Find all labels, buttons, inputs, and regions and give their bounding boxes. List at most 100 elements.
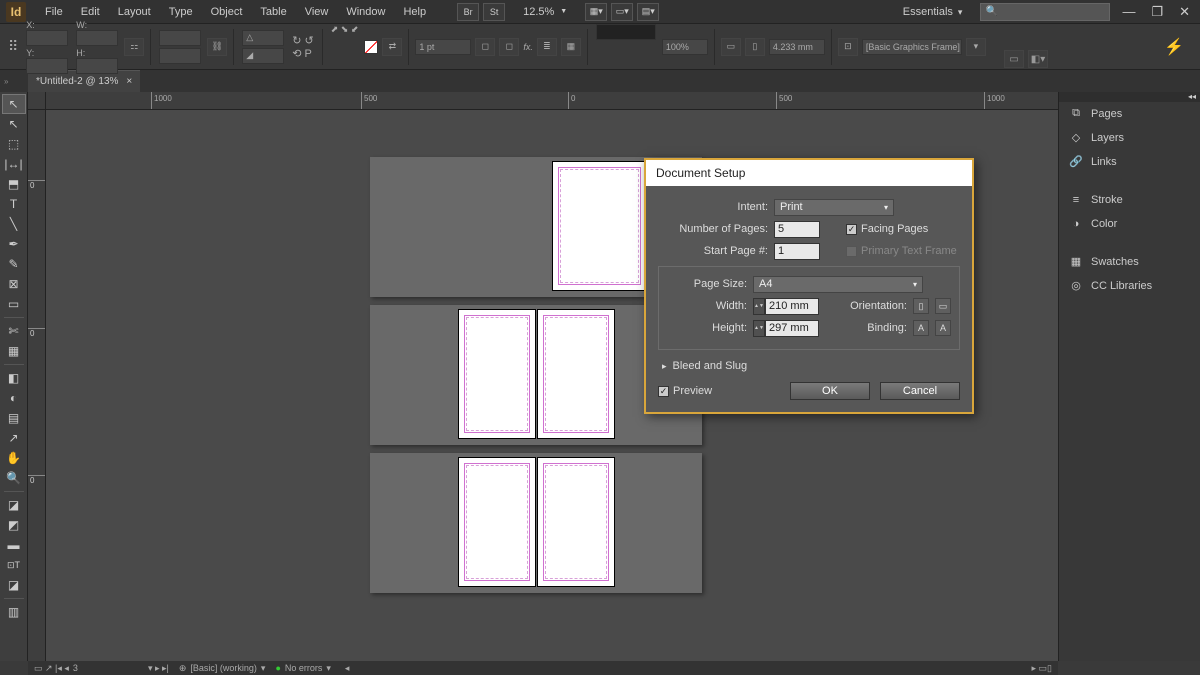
constrain-icon[interactable]: ⚏ [124, 38, 144, 56]
screen-mode[interactable]: ◪ [2, 575, 26, 595]
menu-object[interactable]: Object [202, 0, 252, 24]
wrap-icon2[interactable]: ▦ [561, 38, 581, 56]
gap-input[interactable]: 4.233 mm [769, 39, 825, 55]
swap-icon[interactable]: ⇄ [382, 38, 402, 56]
tool-rect-frame[interactable]: ⊠ [2, 274, 26, 294]
extra-opt1[interactable]: ▭ [1004, 50, 1024, 68]
workspace-switcher[interactable]: Essentials [895, 6, 971, 18]
tool-pen[interactable]: ✒ [2, 234, 26, 254]
panel-links[interactable]: 🔗Links [1059, 150, 1200, 174]
rotate-input[interactable]: △ [242, 30, 284, 46]
view-opt-1[interactable]: ▦▾ [585, 3, 607, 21]
y-input[interactable] [26, 58, 68, 74]
tool-transform[interactable]: ▦ [2, 341, 26, 361]
panel-cc[interactable]: ◎CC Libraries [1059, 274, 1200, 298]
tool-pencil[interactable]: ✎ [2, 254, 26, 274]
ok-button[interactable]: OK [790, 382, 870, 400]
tool-note[interactable]: ▤ [2, 408, 26, 428]
shear-input[interactable]: ◢ [242, 48, 284, 64]
preview-check[interactable]: ✓Preview [658, 385, 712, 397]
opacity-input[interactable]: 100% [662, 39, 708, 55]
tool-gradient-swatch[interactable]: ◧ [2, 368, 26, 388]
page-nav-fwd[interactable]: ▾ ▸ ▸| [148, 663, 169, 674]
intent-dropdown[interactable]: Print [774, 199, 894, 216]
ruler-vertical[interactable]: 0 0 0 [28, 110, 46, 661]
h-input[interactable] [76, 58, 118, 74]
tool-rect[interactable]: ▭ [2, 294, 26, 314]
default-fs[interactable]: ◩ [2, 515, 26, 535]
close-button[interactable]: ✕ [1175, 4, 1194, 20]
scale-x[interactable] [159, 30, 201, 46]
wrap-icon[interactable]: ≣ [537, 38, 557, 56]
orient-landscape[interactable]: ▭ [935, 298, 951, 314]
stroke-opt2[interactable]: ◻ [499, 38, 519, 56]
cancel-button[interactable]: Cancel [880, 382, 960, 400]
zoom-dropdown[interactable]: 12.5% [517, 6, 573, 18]
page-nav[interactable]: ▭ ↗ |◂ ◂ 3 [34, 663, 78, 674]
width-input[interactable] [765, 298, 819, 315]
tool-type[interactable]: T [2, 194, 26, 214]
distribute-icon[interactable]: ▯ [745, 38, 765, 56]
format-container[interactable]: ⊡T [2, 555, 26, 575]
tool-eyedrop[interactable]: ↗ [2, 428, 26, 448]
doc-tab-close[interactable]: × [126, 76, 132, 87]
tool-scissors[interactable]: ✄ [2, 321, 26, 341]
fill-none-icon[interactable] [364, 40, 378, 54]
search-input[interactable]: 🔍 [980, 3, 1110, 21]
link-scale-icon[interactable]: ⛓ [207, 38, 227, 56]
scroll-right[interactable]: ▸ ▭▯ [1032, 663, 1052, 674]
panel-layers[interactable]: ◇Layers [1059, 126, 1200, 150]
binding-ltr[interactable]: A [913, 320, 929, 336]
view-opt-3[interactable]: ▤▾ [637, 3, 659, 21]
panel-stroke[interactable]: ≡Stroke [1059, 188, 1200, 212]
dock-collapse[interactable]: ◂◂ [1059, 92, 1200, 102]
preflight-status[interactable]: ● No errors ▾ [275, 663, 330, 674]
stock-icon[interactable]: St [483, 3, 505, 21]
tool-gap[interactable]: |↔| [2, 154, 26, 174]
height-input[interactable] [765, 320, 819, 337]
menu-table[interactable]: Table [251, 0, 295, 24]
ruler-origin[interactable] [28, 92, 46, 110]
menu-window[interactable]: Window [337, 0, 394, 24]
object-style[interactable]: [Basic Graphics Frame] [862, 39, 962, 55]
binding-rtl[interactable]: A [935, 320, 951, 336]
menu-help[interactable]: Help [394, 0, 435, 24]
style-dd[interactable]: ▾ [966, 38, 986, 56]
tool-page[interactable]: ⬚ [2, 134, 26, 154]
menu-view[interactable]: View [296, 0, 338, 24]
panel-swatches[interactable]: ▦Swatches [1059, 250, 1200, 274]
extra-opt2[interactable]: ◧▾ [1028, 50, 1048, 68]
facing-pages-check[interactable]: ✓Facing Pages [846, 223, 928, 235]
preflight-profile[interactable]: ⊕ [Basic] (working) ▾ [179, 663, 266, 674]
tool-zoom[interactable]: 🔍 [2, 468, 26, 488]
gpu-icon[interactable]: ⚡ [1164, 37, 1194, 57]
tool-last[interactable]: ▥ [2, 602, 26, 622]
bridge-icon[interactable]: Br [457, 3, 479, 21]
page-size-dropdown[interactable]: A4 [753, 276, 923, 293]
ruler-horizontal[interactable]: 1000 500 0 500 1000 [46, 92, 1058, 110]
view-opt-2[interactable]: ▭▾ [611, 3, 633, 21]
start-page-input[interactable] [774, 243, 820, 260]
bleed-slug-toggle[interactable]: Bleed and Slug [662, 360, 960, 372]
stroke-weight[interactable]: 1 pt [415, 39, 471, 55]
x-input[interactable] [26, 30, 68, 46]
apply-color[interactable]: ▬ [2, 535, 26, 555]
tool-content[interactable]: ⬒ [2, 174, 26, 194]
tool-line[interactable]: ╲ [2, 214, 26, 234]
panel-color[interactable]: ◑Color [1059, 212, 1200, 236]
frame-fit-icon[interactable]: ⊡ [838, 38, 858, 56]
tool-selection[interactable]: ↖ [2, 94, 26, 114]
orient-portrait[interactable]: ▯ [913, 298, 929, 314]
tool-hand[interactable]: ✋ [2, 448, 26, 468]
fill-stroke[interactable]: ◪ [2, 495, 26, 515]
tool-direct[interactable]: ↖ [2, 114, 26, 134]
pages-input[interactable] [774, 221, 820, 238]
minimize-button[interactable]: — [1118, 4, 1139, 20]
tool-gradient-feather[interactable]: ◐ [2, 388, 26, 408]
maximize-button[interactable]: ❐ [1147, 4, 1167, 20]
w-input[interactable] [76, 30, 118, 46]
align-icon[interactable]: ▭ [721, 38, 741, 56]
scale-y[interactable] [159, 48, 201, 64]
reference-point[interactable]: ⠿ [6, 24, 20, 69]
stroke-opt1[interactable]: ◻ [475, 38, 495, 56]
